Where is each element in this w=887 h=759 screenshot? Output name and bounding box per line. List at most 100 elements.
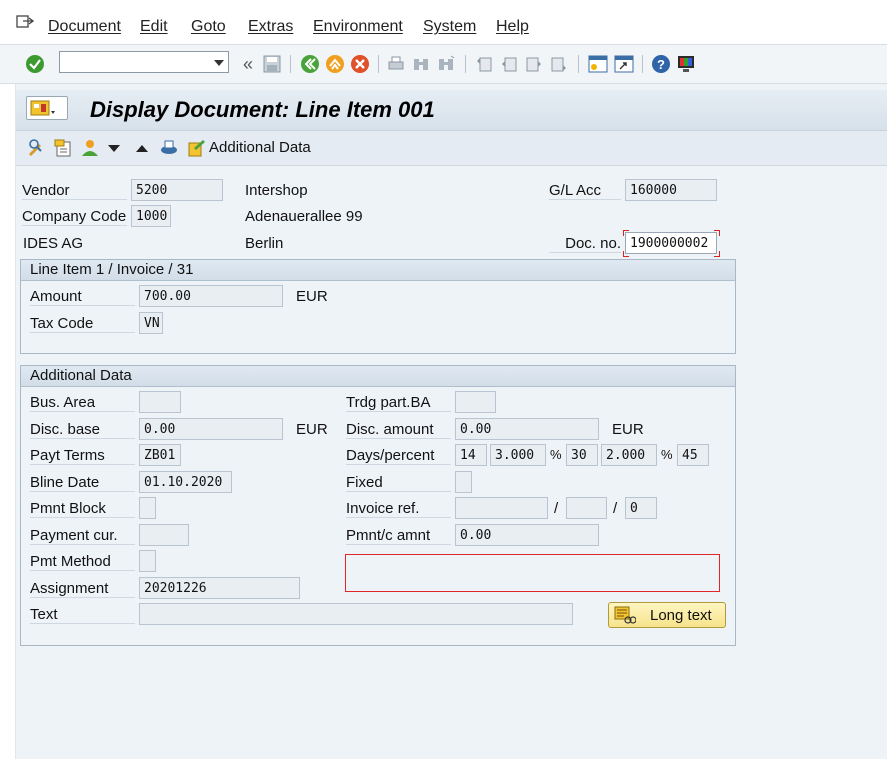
print-document-icon[interactable] [159, 138, 179, 158]
chevron-down-icon[interactable] [104, 138, 124, 158]
display-change-icon[interactable] [26, 138, 46, 158]
application-toolbar: Additional Data [16, 131, 887, 166]
focus-marker [714, 251, 720, 257]
document-overview-icon[interactable] [53, 138, 73, 158]
previous-item-triangle-icon[interactable] [132, 138, 152, 158]
disc-amount-label: Disc. amount [346, 421, 451, 439]
vendor-label: Vendor [22, 182, 127, 200]
disc-base-field[interactable]: 0.00 [139, 418, 283, 440]
pmt-method-field[interactable] [139, 550, 156, 572]
company-name: IDES AG [23, 235, 84, 252]
pmnt-c-amnt-label: Pmnt/c amnt [346, 527, 451, 545]
enter-check-icon[interactable] [25, 54, 45, 74]
menu-edit[interactable]: Edit [140, 18, 168, 36]
bus-area-label: Bus. Area [30, 394, 135, 412]
menu-goto[interactable]: Goto [191, 18, 226, 36]
help-icon[interactable]: ? [651, 54, 671, 74]
additional-data-group-header: Additional Data [21, 366, 735, 387]
svg-text:?: ? [657, 57, 665, 72]
customize-layout-icon[interactable] [676, 54, 696, 74]
next-page-icon[interactable] [524, 54, 544, 74]
command-field[interactable] [59, 51, 229, 73]
menu-extras[interactable]: Extras [248, 18, 293, 36]
bline-date-label: Bline Date [30, 474, 135, 492]
save-icon[interactable] [262, 54, 282, 74]
exit-orange-icon[interactable] [325, 54, 345, 74]
trdg-part-ba-field[interactable] [455, 391, 496, 413]
text-label: Text [30, 606, 135, 624]
tax-code-field[interactable]: VN [139, 312, 163, 334]
first-page-icon[interactable] [474, 54, 494, 74]
text-field[interactable] [139, 603, 573, 625]
cancel-red-icon[interactable] [350, 54, 370, 74]
payt-terms-label: Payt Terms [30, 447, 135, 465]
menu-bar: Document Edit Goto Extras Environment Sy… [0, 0, 887, 45]
left-gutter [0, 84, 16, 759]
amount-currency: EUR [296, 288, 328, 305]
days-2-field[interactable]: 30 [566, 444, 598, 466]
days-3-field[interactable]: 45 [677, 444, 709, 466]
previous-page-icon[interactable] [499, 54, 519, 74]
bline-date-field[interactable]: 01.10.2020 [139, 471, 232, 493]
highlight-box [345, 554, 720, 592]
invoice-ref-item-field[interactable]: 0 [625, 497, 657, 519]
tax-code-label: Tax Code [30, 315, 135, 333]
invoice-ref-field[interactable] [455, 497, 548, 519]
trdg-part-ba-label: Trdg part.BA [346, 394, 451, 412]
pmt-method-label: Pmt Method [30, 553, 135, 571]
vendor-city: Berlin [245, 235, 284, 252]
find-icon[interactable] [411, 54, 431, 74]
new-session-icon[interactable] [588, 54, 608, 74]
menu-exit-icon[interactable] [16, 14, 35, 33]
payment-currency-label: Payment cur. [30, 527, 135, 545]
focus-marker [623, 230, 629, 236]
bus-area-field[interactable] [139, 391, 181, 413]
chevron-down-icon[interactable] [214, 60, 224, 66]
line-item-group-header: Line Item 1 / Invoice / 31 [21, 260, 735, 281]
long-text-button[interactable]: Long text [608, 602, 726, 628]
gl-account-label: G/L Acc [549, 182, 621, 200]
print-icon[interactable] [386, 54, 406, 74]
payment-currency-field[interactable] [139, 524, 189, 546]
system-toolbar: « ? [0, 45, 887, 84]
fixed-checkbox[interactable] [455, 471, 472, 493]
collapse-double-chevron-icon[interactable]: « [238, 54, 258, 74]
vendor-field[interactable]: 5200 [131, 179, 223, 201]
percent-1-field[interactable]: 3.000 [490, 444, 546, 466]
generate-shortcut-icon[interactable] [614, 54, 634, 74]
additional-data-button[interactable]: Additional Data [209, 139, 311, 156]
gl-account-field[interactable]: 160000 [625, 179, 717, 201]
days-percent-label: Days/percent [346, 447, 451, 465]
vendor-street: Adenauerallee 99 [245, 208, 363, 225]
disc-base-currency: EUR [296, 421, 328, 438]
additional-data-icon[interactable] [186, 138, 206, 158]
amount-field[interactable]: 700.00 [139, 285, 283, 307]
payt-terms-field[interactable]: ZB01 [139, 444, 181, 466]
doc-no-field[interactable]: 1900000002 [625, 232, 717, 254]
additional-data-group-title: Additional Data [30, 367, 132, 384]
menu-help[interactable]: Help [496, 18, 529, 36]
disc-amount-field[interactable]: 0.00 [455, 418, 599, 440]
assignment-field[interactable]: 20201226 [139, 577, 300, 599]
find-next-icon[interactable] [436, 54, 456, 74]
company-code-field[interactable]: 1000 [131, 205, 171, 227]
disc-base-label: Disc. base [30, 421, 135, 439]
menu-document[interactable]: Document [48, 18, 121, 36]
pmnt-block-field[interactable] [139, 497, 156, 519]
invoice-ref-year-field[interactable] [566, 497, 607, 519]
days-1-field[interactable]: 14 [455, 444, 487, 466]
focus-marker [623, 251, 629, 257]
percent-2-field[interactable]: 2.000 [601, 444, 657, 466]
display-vendor-icon[interactable] [80, 138, 100, 158]
disc-amount-currency: EUR [612, 421, 644, 438]
back-green-icon[interactable] [300, 54, 320, 74]
invoice-ref-label: Invoice ref. [346, 500, 451, 518]
line-item-group-title: Line Item 1 / Invoice / 31 [30, 261, 194, 278]
long-text-label: Long text [650, 607, 712, 624]
pmnt-c-amnt-field[interactable]: 0.00 [455, 524, 599, 546]
vendor-name: Intershop [245, 182, 308, 199]
menu-system[interactable]: System [423, 18, 476, 36]
menu-environment[interactable]: Environment [313, 18, 403, 36]
title-menu-button[interactable] [26, 96, 68, 120]
last-page-icon[interactable] [549, 54, 569, 74]
